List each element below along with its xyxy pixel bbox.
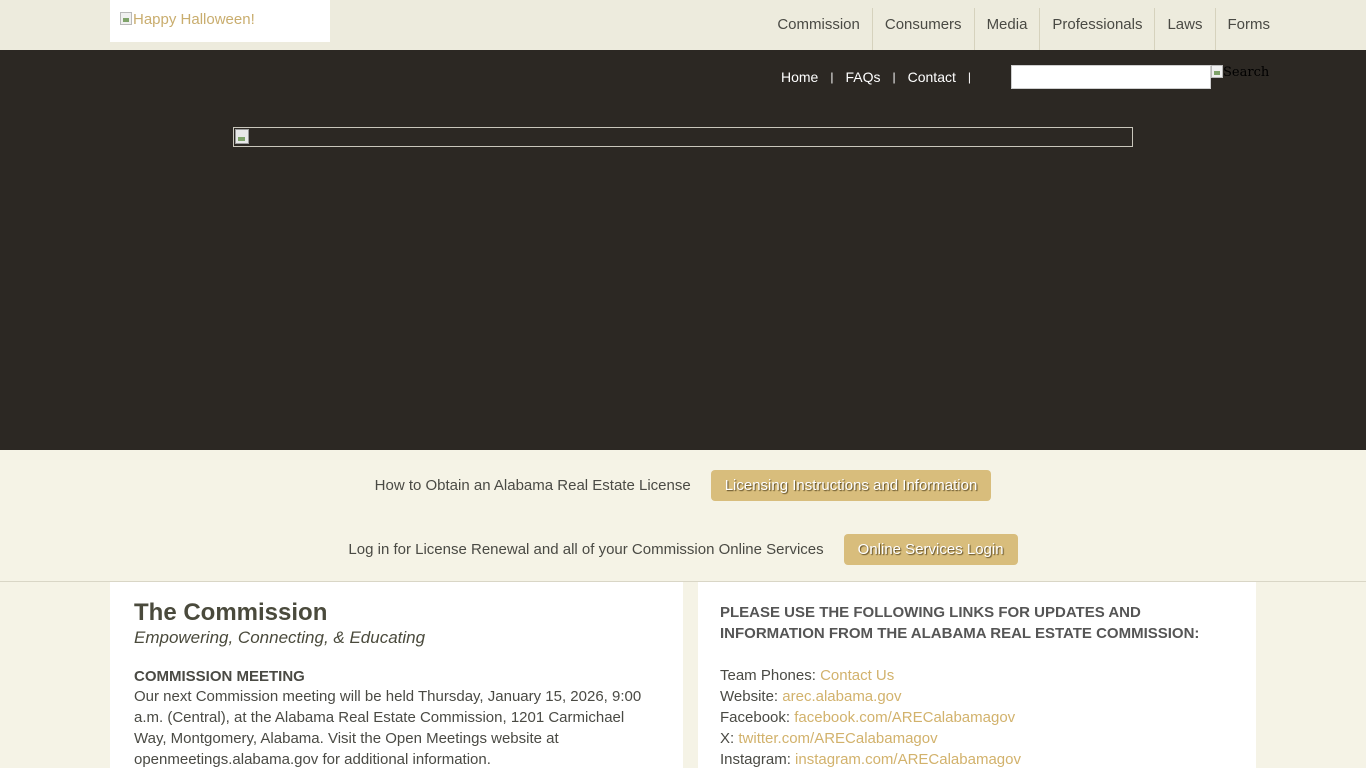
section-tagline: Empowering, Connecting, & Educating	[134, 628, 426, 647]
facebook-link[interactable]: facebook.com/ARECalabamagov	[794, 709, 1015, 726]
updates-heading: PLEASE USE THE FOLLOWING LINKS FOR UPDAT…	[720, 604, 1200, 642]
section-title: The Commission	[134, 599, 328, 626]
broken-image-icon	[1211, 65, 1223, 78]
list-item: Team Phones: Contact Us	[720, 665, 1234, 686]
website-link[interactable]: arec.alabama.gov	[782, 688, 901, 705]
broken-image-icon	[120, 12, 132, 25]
nav-item-professionals[interactable]: Professionals	[1039, 8, 1154, 50]
hero-banner: Home | FAQs | Contact | Search	[0, 50, 1366, 450]
login-cta-text: Log in for License Renewal and all of yo…	[348, 541, 824, 558]
utility-nav: Home | FAQs | Contact |	[781, 69, 983, 85]
search-button[interactable]: Search	[1211, 65, 1269, 81]
search-input[interactable]	[1011, 65, 1211, 89]
logo-alt-text: Happy Halloween!	[133, 11, 255, 28]
nav-separator: |	[892, 70, 896, 84]
main-nav: Commission Consumers Media Professionals…	[765, 8, 1282, 50]
nav-item-commission[interactable]: Commission	[765, 8, 872, 50]
contact-link[interactable]: Contact	[908, 69, 956, 85]
link-label: Instagram:	[720, 751, 791, 768]
list-item: X: twitter.com/ARECalabamagov	[720, 728, 1234, 749]
meeting-body: Our next Commission meeting will be held…	[134, 688, 642, 768]
links-list: Team Phones: Contact Us Website: arec.al…	[720, 665, 1234, 768]
nav-item-media[interactable]: Media	[973, 8, 1040, 50]
top-header: Happy Halloween! Commission Consumers Me…	[0, 0, 1366, 50]
commission-panel: The Commission Empowering, Connecting, &…	[110, 582, 683, 768]
nav-separator: |	[830, 70, 834, 84]
instagram-link[interactable]: instagram.com/ARECalabamagov	[795, 751, 1021, 768]
meeting-heading: COMMISSION MEETING	[134, 668, 305, 685]
broken-image-icon	[235, 129, 249, 144]
nav-item-forms[interactable]: Forms	[1214, 8, 1283, 50]
link-label: Facebook:	[720, 709, 791, 726]
list-item: Website: arec.alabama.gov	[720, 686, 1234, 707]
license-cta-text: How to Obtain an Alabama Real Estate Lic…	[374, 477, 691, 494]
link-label: Website:	[720, 688, 779, 705]
license-cta-row: How to Obtain an Alabama Real Estate Lic…	[0, 470, 1366, 501]
faqs-link[interactable]: FAQs	[845, 69, 880, 85]
nav-item-consumers[interactable]: Consumers	[871, 8, 974, 50]
nav-separator: |	[967, 70, 971, 84]
nav-item-laws[interactable]: Laws	[1154, 8, 1214, 50]
search-button-alt: Search	[1223, 65, 1270, 80]
link-label: X:	[720, 730, 735, 747]
list-item: Facebook: facebook.com/ARECalabamagov	[720, 707, 1234, 728]
online-services-login-button[interactable]: Online Services Login	[843, 534, 1018, 565]
x-link[interactable]: twitter.com/ARECalabamagov	[738, 730, 937, 747]
updates-panel: PLEASE USE THE FOLLOWING LINKS FOR UPDAT…	[698, 582, 1256, 768]
logo-link[interactable]: Happy Halloween!	[110, 0, 330, 42]
contact-us-link[interactable]: Contact Us	[820, 667, 894, 684]
list-item: Instagram: instagram.com/ARECalabamagov	[720, 749, 1234, 768]
home-link[interactable]: Home	[781, 69, 818, 85]
link-label: Team Phones:	[720, 667, 816, 684]
licensing-info-button[interactable]: Licensing Instructions and Information	[710, 470, 992, 501]
login-cta-row: Log in for License Renewal and all of yo…	[0, 534, 1366, 565]
banner-image	[233, 127, 1133, 147]
